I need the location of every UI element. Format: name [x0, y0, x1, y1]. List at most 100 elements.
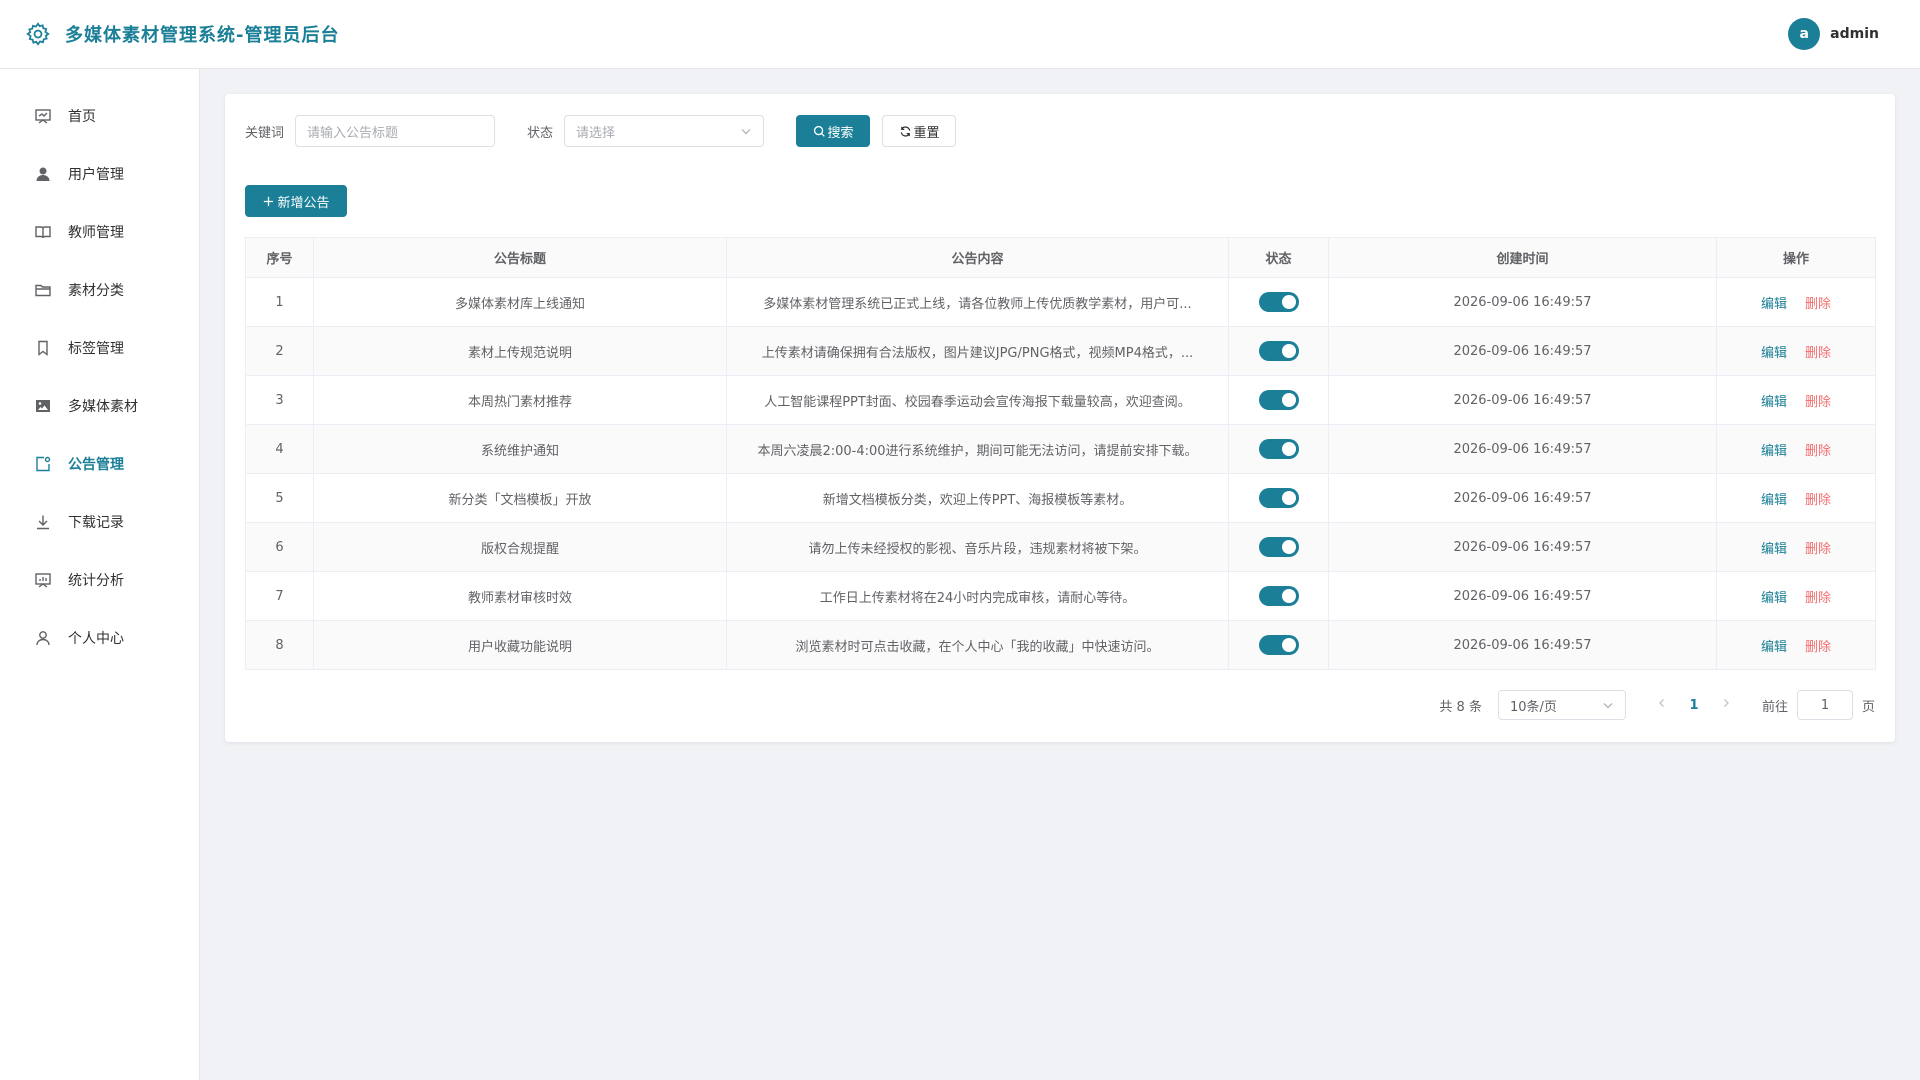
row-index: 3 — [245, 375, 314, 425]
row-index: 8 — [245, 620, 314, 670]
col-header-title: 公告标题 — [313, 237, 727, 278]
gear-icon — [25, 21, 51, 47]
edit-button[interactable]: 编辑 — [1761, 542, 1787, 557]
home-screen-icon — [34, 107, 52, 125]
delete-button[interactable]: 删除 — [1805, 591, 1831, 606]
sidebar-item-profile[interactable]: 个人中心 — [0, 609, 199, 667]
edit-button[interactable]: 编辑 — [1761, 591, 1787, 606]
notice-icon — [34, 455, 52, 473]
chevron-right-icon — [1724, 699, 1729, 707]
sidebar-item-media[interactable]: 多媒体素材 — [0, 377, 199, 435]
page-number[interactable]: 1 — [1680, 698, 1708, 713]
edit-button[interactable]: 编辑 — [1761, 444, 1787, 459]
download-icon — [34, 513, 52, 531]
sidebar-item-users[interactable]: 用户管理 — [0, 145, 199, 203]
edit-button[interactable]: 编辑 — [1761, 346, 1787, 361]
chart-icon — [34, 571, 52, 589]
row-title: 系统维护通知 — [313, 424, 727, 474]
row-created: 2026-09-06 16:49:57 — [1328, 375, 1717, 425]
delete-button[interactable]: 删除 — [1805, 346, 1831, 361]
delete-button[interactable]: 删除 — [1805, 542, 1831, 557]
delete-button[interactable]: 删除 — [1805, 640, 1831, 655]
goto-page-input[interactable]: 1 — [1796, 690, 1853, 720]
status-switch[interactable] — [1258, 488, 1299, 508]
status-switch[interactable] — [1258, 439, 1299, 459]
sidebar-item-categories[interactable]: 素材分类 — [0, 261, 199, 319]
sidebar-item-home[interactable]: 首页 — [0, 87, 199, 145]
chevron-down-icon — [741, 129, 751, 135]
row-status — [1228, 424, 1329, 474]
edit-button[interactable]: 编辑 — [1761, 297, 1787, 312]
table-row: 1 多媒体素材库上线通知 多媒体素材管理系统已正式上线，请各位教师上传优质教学素… — [245, 277, 1876, 327]
user-menu[interactable]: a admin — [1788, 18, 1879, 50]
row-content: 浏览素材时可点击收藏，在个人中心「我的收藏」中快速访问。 — [726, 620, 1229, 670]
row-actions: 编辑 删除 — [1716, 522, 1876, 572]
edit-button[interactable]: 编辑 — [1761, 395, 1787, 410]
row-status — [1228, 522, 1329, 572]
page-size-select[interactable]: 10条/页 — [1497, 690, 1626, 720]
row-title: 本周热门素材推荐 — [313, 375, 727, 425]
row-index: 4 — [245, 424, 314, 474]
app-title: 多媒体素材管理系统-管理员后台 — [65, 25, 340, 46]
folder-icon — [34, 281, 52, 299]
status-label: 状态 — [527, 125, 554, 141]
next-page-button[interactable] — [1712, 697, 1740, 713]
table-header-row: 序号 公告标题 公告内容 状态 创建时间 操作 — [245, 237, 1876, 278]
reset-button[interactable]: 重置 — [882, 115, 957, 147]
delete-button[interactable]: 删除 — [1805, 395, 1831, 410]
search-button[interactable]: 搜索 — [796, 115, 871, 147]
sidebar-item-label: 下载记录 — [68, 515, 124, 531]
avatar[interactable]: a — [1788, 18, 1821, 50]
search-button-label: 搜索 — [827, 125, 854, 141]
row-content: 请勿上传未经授权的影视、音乐片段，违规素材将被下架。 — [726, 522, 1229, 572]
table-row: 7 教师素材审核时效 工作日上传素材将在24小时内完成审核，请耐心等待。 202… — [245, 571, 1876, 621]
status-switch[interactable] — [1258, 537, 1299, 557]
prev-page-button[interactable] — [1648, 697, 1676, 713]
top-header: 多媒体素材管理系统-管理员后台 a admin — [0, 0, 1920, 69]
sidebar-item-label: 教师管理 — [68, 225, 124, 241]
row-created: 2026-09-06 16:49:57 — [1328, 571, 1717, 621]
delete-button[interactable]: 删除 — [1805, 297, 1831, 312]
edit-button[interactable]: 编辑 — [1761, 640, 1787, 655]
status-switch[interactable] — [1258, 292, 1299, 312]
status-switch[interactable] — [1258, 635, 1299, 655]
row-created: 2026-09-06 16:49:57 — [1328, 277, 1717, 327]
keyword-input[interactable]: 请输入公告标题 — [295, 115, 496, 147]
sidebar-item-downloads[interactable]: 下载记录 — [0, 493, 199, 551]
row-index: 7 — [245, 571, 314, 621]
status-switch[interactable] — [1258, 586, 1299, 606]
search-icon — [813, 125, 825, 137]
sidebar-item-label: 用户管理 — [68, 167, 124, 183]
delete-button[interactable]: 删除 — [1805, 444, 1831, 459]
row-created: 2026-09-06 16:49:57 — [1328, 620, 1717, 670]
sidebar-item-announcements[interactable]: 公告管理 — [0, 435, 199, 493]
add-announcement-button[interactable]: 新增公告 — [245, 185, 347, 217]
sidebar-item-teachers[interactable]: 教师管理 — [0, 203, 199, 261]
col-header-content: 公告内容 — [726, 237, 1229, 278]
page-size-value: 10条/页 — [1509, 699, 1557, 715]
table-row: 4 系统维护通知 本周六凌晨2:00-4:00进行系统维护，期间可能无法访问，请… — [245, 424, 1876, 474]
row-title: 教师素材审核时效 — [313, 571, 727, 621]
row-created: 2026-09-06 16:49:57 — [1328, 473, 1717, 523]
row-content: 本周六凌晨2:00-4:00进行系统维护，期间可能无法访问，请提前安排下载。 — [726, 424, 1229, 474]
user-icon — [34, 165, 52, 183]
sidebar-item-label: 标签管理 — [68, 341, 124, 357]
sidebar-item-label: 统计分析 — [68, 573, 124, 589]
sidebar-item-statistics[interactable]: 统计分析 — [0, 551, 199, 609]
username[interactable]: admin — [1830, 26, 1879, 42]
edit-button[interactable]: 编辑 — [1761, 493, 1787, 508]
status-switch[interactable] — [1258, 341, 1299, 361]
row-title: 用户收藏功能说明 — [313, 620, 727, 670]
row-created: 2026-09-06 16:49:57 — [1328, 424, 1717, 474]
status-select[interactable]: 请选择 — [564, 115, 765, 147]
delete-button[interactable]: 删除 — [1805, 493, 1831, 508]
row-title: 版权合规提醒 — [313, 522, 727, 572]
row-title: 多媒体素材库上线通知 — [313, 277, 727, 327]
announcement-table: 序号 公告标题 公告内容 状态 创建时间 操作 1 多媒体素材库上线通知 多媒体… — [245, 237, 1876, 670]
row-actions: 编辑 删除 — [1716, 473, 1876, 523]
row-index: 1 — [245, 277, 314, 327]
status-switch[interactable] — [1258, 390, 1299, 410]
sidebar-item-tags[interactable]: 标签管理 — [0, 319, 199, 377]
row-content: 工作日上传素材将在24小时内完成审核，请耐心等待。 — [726, 571, 1229, 621]
row-actions: 编辑 删除 — [1716, 424, 1876, 474]
